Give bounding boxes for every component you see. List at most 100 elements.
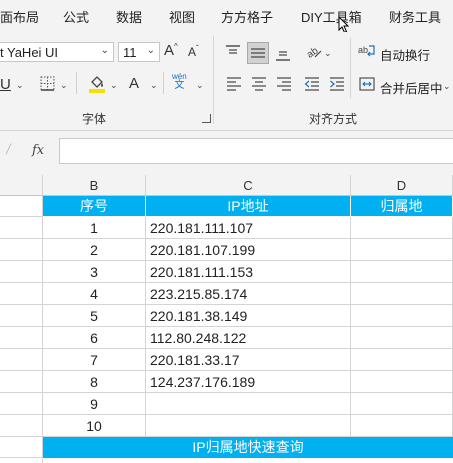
font-group-label: 字体 (82, 112, 107, 126)
font-name-select[interactable]: t YaHei UI ⌄ (0, 42, 114, 62)
svg-text:ab: ab (358, 45, 368, 55)
tab-data[interactable]: 数据 (116, 7, 142, 26)
tab-finance-tools[interactable]: 财务工具 (389, 7, 441, 26)
merge-center-button[interactable]: 合并后居中 (380, 78, 443, 97)
index-cell[interactable]: 4 (43, 283, 146, 305)
fill-color-icon[interactable] (88, 74, 106, 94)
header-cell-location[interactable]: 归属地 (351, 196, 453, 217)
grid-cell[interactable] (0, 327, 43, 349)
location-cell[interactable] (351, 327, 453, 349)
font-dialog-launcher-icon[interactable] (202, 114, 211, 123)
chevron-down-icon[interactable]: ⌄ (150, 80, 158, 91)
index-cell[interactable]: 7 (43, 349, 146, 371)
ip-cell[interactable] (146, 393, 351, 415)
chevron-down-icon[interactable]: ⌄ (60, 80, 68, 91)
index-cell[interactable]: 5 (43, 305, 146, 327)
decrease-indent-icon[interactable] (304, 77, 320, 91)
chevron-down-icon[interactable]: ⌄ (110, 80, 118, 91)
grid-cell[interactable] (0, 371, 43, 393)
alignment-group-label: 对齐方式 (309, 112, 358, 126)
location-cell[interactable] (351, 349, 453, 371)
index-cell[interactable]: 9 (43, 393, 146, 415)
wrap-text-button[interactable]: 自动换行 (380, 45, 430, 64)
chevron-down-icon[interactable]: ⌄ (324, 48, 332, 59)
grid-cell[interactable] (0, 261, 43, 283)
table-row: 6 112.80.248.122 (0, 327, 453, 349)
location-cell[interactable] (351, 371, 453, 393)
table-row: 10 (0, 415, 453, 437)
divider (163, 72, 164, 94)
tab-page-layout[interactable]: 面布局 (0, 7, 39, 26)
tab-fangfang-gezi[interactable]: 方方格子 (221, 7, 273, 26)
grow-font-button[interactable]: A^ (164, 43, 178, 59)
grid-cell[interactable] (0, 349, 43, 371)
tab-diy-toolbox[interactable]: DIY工具箱 (301, 7, 362, 26)
index-cell[interactable]: 3 (43, 261, 146, 283)
index-cell[interactable]: 6 (43, 327, 146, 349)
font-color-button[interactable]: A (129, 76, 139, 91)
location-cell[interactable] (351, 393, 453, 415)
index-cell[interactable]: 10 (43, 415, 146, 437)
formula-input[interactable] (59, 138, 453, 164)
grid-cell[interactable] (0, 239, 43, 261)
chevron-down-icon[interactable]: ⌄ (443, 81, 451, 92)
col-header-D[interactable]: D (351, 175, 453, 196)
insert-function-button[interactable]: fx (32, 143, 44, 158)
name-box-divider (5, 143, 12, 155)
align-right-icon[interactable] (276, 77, 292, 91)
header-cell-index[interactable]: 序号 (43, 196, 146, 217)
text-orientation-icon[interactable]: ab (305, 42, 323, 60)
ip-cell[interactable]: 112.80.248.122 (146, 327, 351, 349)
font-size-value: 11 (123, 45, 137, 60)
align-top-icon[interactable] (225, 44, 241, 60)
grid-cell[interactable] (0, 283, 43, 305)
align-center-icon[interactable] (251, 77, 267, 91)
grid-cell[interactable] (0, 196, 43, 217)
col-header-A[interactable] (0, 175, 43, 196)
grid-cell[interactable] (0, 305, 43, 327)
ip-cell[interactable]: 223.215.85.174 (146, 283, 351, 305)
increase-indent-icon[interactable] (329, 77, 345, 91)
location-cell[interactable] (351, 261, 453, 283)
index-cell[interactable]: 8 (43, 371, 146, 393)
index-cell[interactable]: 1 (43, 217, 146, 239)
wrap-text-icon[interactable]: ab (358, 43, 376, 59)
ip-cell[interactable]: 220.181.111.107 (146, 217, 351, 239)
ip-cell[interactable] (146, 415, 351, 437)
ip-cell[interactable]: 220.181.33.17 (146, 349, 351, 371)
tab-view[interactable]: 视图 (169, 7, 195, 26)
location-cell[interactable] (351, 283, 453, 305)
table-row: 7 220.181.33.17 (0, 349, 453, 371)
location-cell[interactable] (351, 415, 453, 437)
location-cell[interactable] (351, 217, 453, 239)
align-bottom-icon[interactable] (275, 46, 291, 62)
align-left-icon[interactable] (226, 77, 242, 91)
ip-cell[interactable]: 220.181.38.149 (146, 305, 351, 327)
borders-icon[interactable] (40, 76, 55, 91)
underline-button[interactable]: U (0, 77, 11, 92)
col-header-B[interactable]: B (43, 175, 146, 196)
grid-cell[interactable] (0, 415, 43, 437)
header-cell-ip[interactable]: IP地址 (146, 196, 351, 217)
chevron-down-icon[interactable]: ⌄ (16, 80, 24, 91)
grid-cell[interactable] (0, 437, 43, 458)
query-title-bar[interactable]: IP归属地快速查询 (43, 437, 453, 458)
grid-cell[interactable] (0, 217, 43, 239)
merge-center-icon[interactable] (359, 77, 375, 91)
ribbon-tab-bar: 面布局 公式 数据 视图 方方格子 DIY工具箱 财务工具 (0, 0, 453, 34)
col-header-C[interactable]: C (146, 175, 351, 196)
ip-cell[interactable]: 124.237.176.189 (146, 371, 351, 393)
location-cell[interactable] (351, 305, 453, 327)
ip-cell[interactable]: 220.181.111.153 (146, 261, 351, 283)
index-cell[interactable]: 2 (43, 239, 146, 261)
ip-cell[interactable]: 220.181.107.199 (146, 239, 351, 261)
chevron-down-icon[interactable]: ⌄ (196, 80, 204, 91)
font-size-select[interactable]: 11 ⌄ (118, 42, 160, 62)
location-cell[interactable] (351, 239, 453, 261)
shrink-font-button[interactable]: Aˇ (188, 45, 199, 59)
tab-formulas[interactable]: 公式 (63, 7, 89, 26)
grid-cell[interactable] (0, 458, 43, 463)
phonetic-guide-icon[interactable]: wén 文 (172, 73, 187, 91)
grid-cell[interactable] (0, 393, 43, 415)
group-separator (213, 36, 214, 124)
